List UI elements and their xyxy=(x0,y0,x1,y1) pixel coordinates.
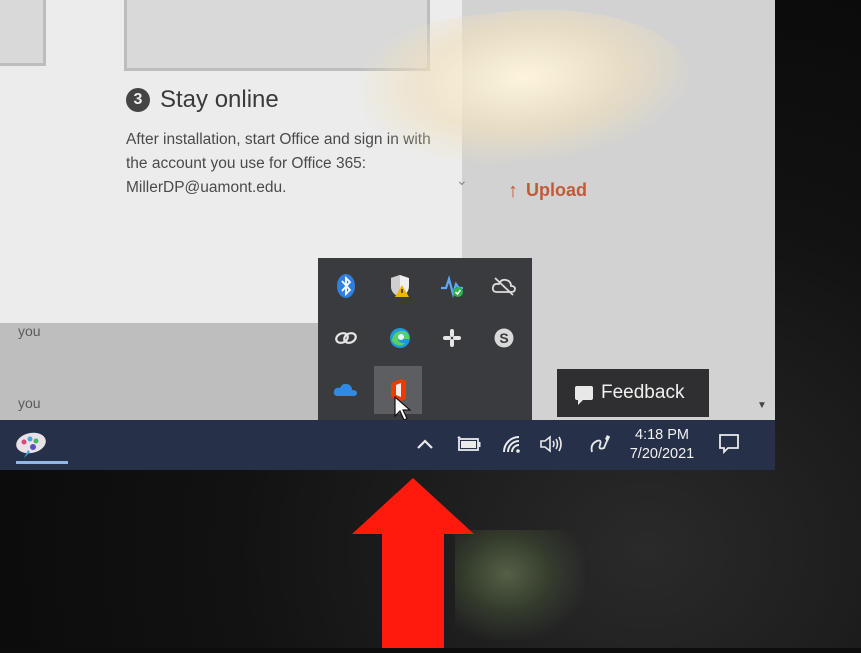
feedback-button[interactable]: Feedback xyxy=(557,369,709,417)
screen-reflection xyxy=(455,530,585,640)
chevron-down-icon[interactable]: ⌄ xyxy=(456,172,468,189)
install-image-thumb xyxy=(0,0,46,66)
red-pointer-arrow xyxy=(352,478,474,648)
battery-icon[interactable] xyxy=(455,430,483,458)
chevron-up-icon[interactable] xyxy=(411,430,439,458)
clock-time: 4:18 PM xyxy=(635,427,689,443)
screen: 3 Stay online After installation, start … xyxy=(0,0,775,470)
active-app-indicator xyxy=(16,461,68,464)
step-description: After installation, start Office and sig… xyxy=(126,131,431,196)
upload-button[interactable]: ↑ Upload xyxy=(508,180,587,203)
clock-date: 7/20/2021 xyxy=(629,446,695,462)
step-heading: 3 Stay online xyxy=(126,86,279,114)
taskbar: 4:18 PM 7/20/2021 xyxy=(0,420,775,470)
step-title: Stay online xyxy=(160,86,279,113)
list-item-owner: you xyxy=(18,323,41,339)
taskbar-clock[interactable]: 4:18 PM 7/20/2021 xyxy=(622,426,702,464)
wifi-icon[interactable] xyxy=(498,430,526,458)
action-center-icon[interactable] xyxy=(716,430,744,458)
skype-icon[interactable]: S xyxy=(480,314,528,362)
upload-arrow-icon: ↑ xyxy=(508,180,518,202)
onedrive-icon[interactable] xyxy=(322,366,370,414)
windows-security-icon[interactable] xyxy=(376,262,424,310)
feedback-label: Feedback xyxy=(601,382,685,403)
pen-workspace-icon[interactable] xyxy=(586,430,614,458)
svg-text:S: S xyxy=(499,330,508,346)
slack-icon[interactable] xyxy=(428,314,476,362)
feedback-icon xyxy=(575,386,593,405)
link-icon[interactable] xyxy=(322,314,370,362)
pinned-app-button[interactable] xyxy=(10,426,68,464)
cloud-offline-icon[interactable] xyxy=(480,262,528,310)
tray-overflow-popup: S xyxy=(318,258,532,420)
edge-browser-icon[interactable] xyxy=(376,314,424,362)
list-item-owner: you xyxy=(18,395,41,411)
install-image-thumb xyxy=(124,0,430,71)
network-status-icon[interactable] xyxy=(428,262,476,310)
bluetooth-icon[interactable] xyxy=(322,262,370,310)
volume-icon[interactable] xyxy=(538,430,566,458)
step-number-badge: 3 xyxy=(126,88,150,112)
scroll-down-icon[interactable]: ▼ xyxy=(757,400,767,411)
upload-label: Upload xyxy=(526,180,587,200)
